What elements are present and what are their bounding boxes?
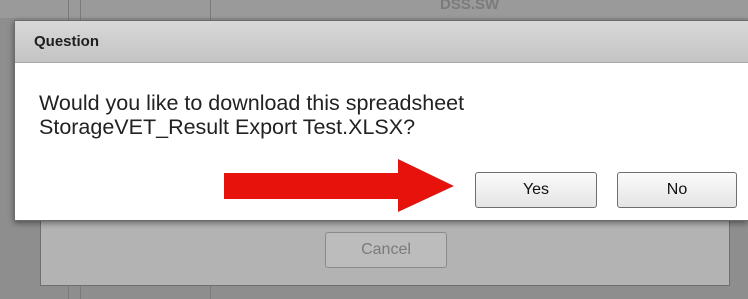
background-header bbox=[0, 0, 748, 18]
background-faint-text: DSS.SW bbox=[440, 0, 500, 13]
yes-button[interactable]: Yes bbox=[475, 172, 597, 208]
dialog-message-line: Would you like to download this spreadsh… bbox=[39, 91, 465, 115]
dialog-titlebar[interactable]: Question bbox=[15, 21, 748, 63]
no-button[interactable]: No bbox=[617, 172, 737, 208]
dialog-message-line: StorageVET_Result Export Test.XLSX? bbox=[39, 115, 416, 139]
cancel-button: Cancel bbox=[325, 232, 447, 268]
dialog-title: Question bbox=[34, 33, 100, 50]
dialog-message: Would you like to download this spreadsh… bbox=[39, 91, 719, 139]
red-arrow-icon bbox=[224, 159, 454, 212]
